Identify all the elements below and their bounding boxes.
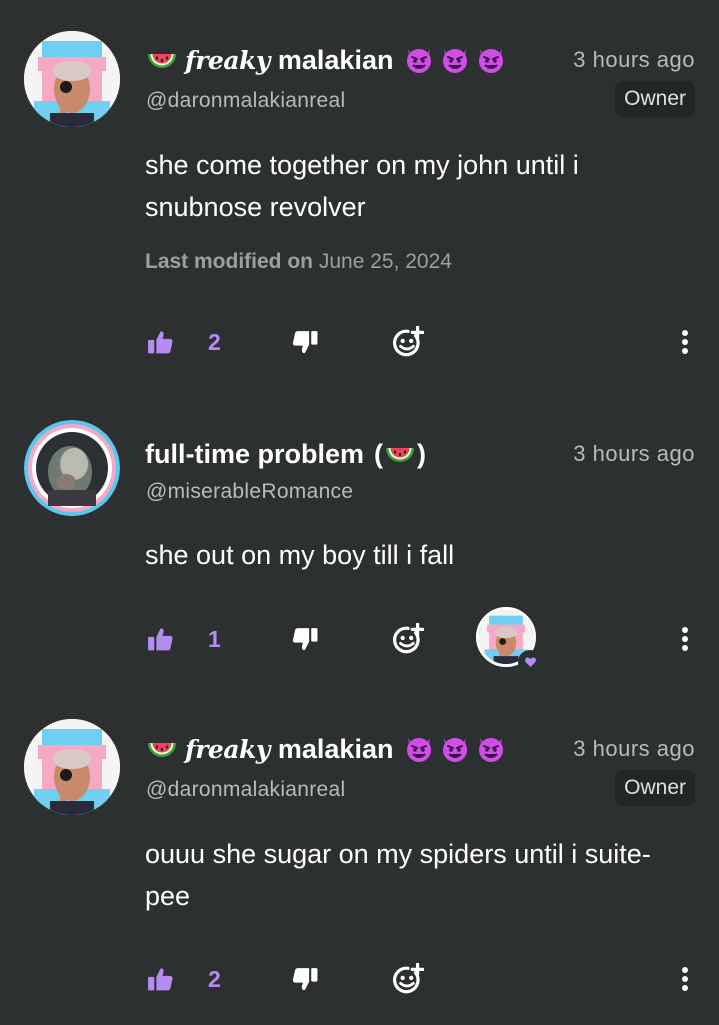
thumbs-down-icon [292,968,318,991]
comment-body: she out on my boy till i fall [145,540,455,570]
display-name: full-time problem [145,438,365,469]
author-name[interactable]: full-time problem ( ) [145,437,426,471]
paren-close: ) [417,438,427,469]
devil-face-icon [442,737,469,763]
comment-body: she come together on my john until i snu… [145,150,579,222]
owner-badge: Owner [615,770,695,806]
avatar[interactable] [24,31,120,127]
avatar[interactable] [24,719,120,815]
thumbs-up-icon [148,968,173,991]
like-button[interactable] [146,959,174,999]
display-name: malakian [277,733,394,764]
devil-face-icon [406,737,433,763]
timestamp: 3 hours ago [573,736,695,761]
devil-face-icons [403,44,507,76]
last-modified: Last modified on June 25, 2024 [145,250,452,274]
more-options-button[interactable] [681,619,689,659]
devil-face-icon [406,48,433,74]
display-name: malakian [277,44,394,75]
owner-badge: Owner [615,81,695,117]
comment-actions: 2 [0,322,719,362]
name-flair: freaky [185,45,270,75]
more-options-button[interactable] [681,322,689,362]
timestamp: 3 hours ago [573,441,695,466]
devil-face-icon [478,737,505,763]
comment-actions: 2 [0,959,719,999]
comment-actions: 1 [0,619,719,659]
watermelon-icon [145,45,179,75]
thumbs-up-icon [148,628,173,651]
like-button[interactable] [146,322,174,362]
more-options-icon [682,627,688,651]
avatar[interactable] [24,420,120,516]
thumbs-up-icon [148,331,173,354]
more-options-icon [682,967,688,991]
owner-liked-heart-icon [518,650,542,674]
last-modified-date: June 25, 2024 [318,250,452,273]
paren-open: ( [374,438,384,469]
add-reaction-button[interactable] [392,619,424,659]
dislike-button[interactable] [292,322,319,362]
devil-face-icon [442,48,469,74]
add-reaction-button[interactable] [392,322,424,362]
thumbs-down-icon [292,331,318,354]
user-handle[interactable]: @daronmalakianreal [146,89,346,113]
timestamp: 3 hours ago [573,47,695,72]
like-count: 1 [208,625,221,652]
comment-body: ouuu she sugar on my spiders until i sui… [145,839,651,911]
like-count: 2 [208,965,221,992]
devil-face-icons [403,733,507,765]
add-reaction-button[interactable] [392,959,424,999]
devil-face-icon [478,48,505,74]
user-handle[interactable]: @miserableRomance [146,480,353,504]
add-reaction-icon [392,326,424,357]
more-options-button[interactable] [681,959,689,999]
watermelon-icon [145,734,179,764]
author-name[interactable]: freaky malakian [145,43,507,77]
like-count: 2 [208,328,221,355]
add-reaction-icon [392,963,424,994]
author-name[interactable]: freaky malakian [145,732,507,766]
name-flair: freaky [185,734,270,764]
more-options-icon [682,330,688,354]
last-modified-label: Last modified on [145,250,313,273]
dislike-button[interactable] [292,619,319,659]
watermelon-icon [383,439,417,469]
like-button[interactable] [146,619,174,659]
thumbs-down-icon [292,628,318,651]
add-reaction-icon [392,623,424,654]
dislike-button[interactable] [292,959,319,999]
user-handle[interactable]: @daronmalakianreal [146,778,346,802]
